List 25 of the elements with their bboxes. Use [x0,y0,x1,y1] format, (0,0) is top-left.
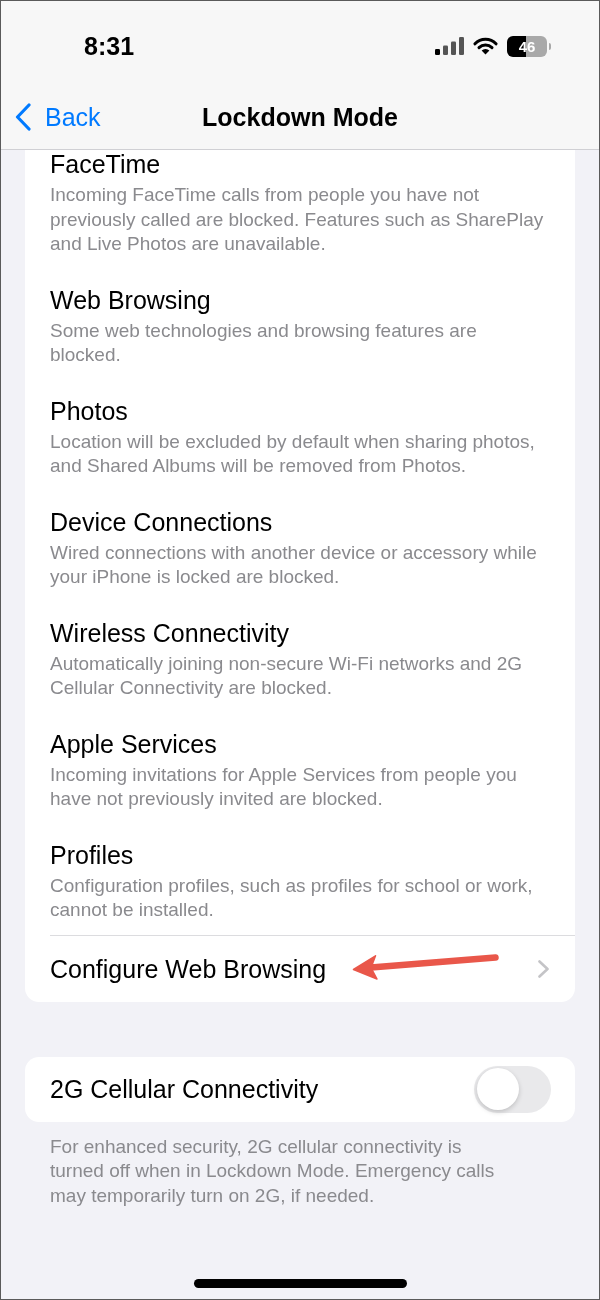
restriction-title: Web Browsing [50,285,212,314]
wifi-icon [473,37,498,55]
restriction-description: Configuration profiles, such as profiles for school or work, cannot be installed. [50,873,534,922]
chevron-right-icon [538,959,549,978]
restriction-title: Photos [50,396,129,425]
restriction-title: Wireless Connectivity [50,618,290,647]
restriction-description: Incoming invitations for Apple Services from people you have not previously invited are blocked. [50,762,518,811]
restriction-description: Wired connections with another device or accessory while your iPhone is locked are blocked. [50,540,538,589]
restriction-title: Profiles [50,840,135,869]
toggle-switch[interactable] [474,1065,551,1113]
page-title: Lockdown Mode [202,101,398,132]
footer-note: For enhanced security, 2G cellular connectivity is turned off when in Lockdown Mode. Emergency calls may temporarily turn on 2G, if needed. [49,1134,496,1208]
chevron-left-icon [15,102,31,131]
settings-row[interactable]: Configure Web Browsing [50,935,575,1002]
back-button[interactable]: Back [1,101,101,132]
restriction-description: Incoming FaceTime calls from people you have not previously called are blocked. Features such as SharePlay and Live Photos are unavailable. [50,183,545,256]
restriction-title: Apple Services [50,729,218,758]
setting-label: 2G Cellular Connectivity [50,1074,319,1104]
restriction-title: Device Connections [50,507,274,536]
clock-time: 8:31 [84,31,135,61]
restriction-description: Location will be excluded by default when sharing photos, and Shared Albums will be removed from Photos. [50,429,536,478]
signal-bars-icon [435,37,464,55]
restriction-title: FaceTime [50,150,162,178]
restriction-description: Automatically joining non-secure Wi-Fi networks and 2G Cellular Connectivity are blocked. [50,651,524,700]
restriction-description: Some web technologies and browsing features are blocked. [50,318,478,367]
